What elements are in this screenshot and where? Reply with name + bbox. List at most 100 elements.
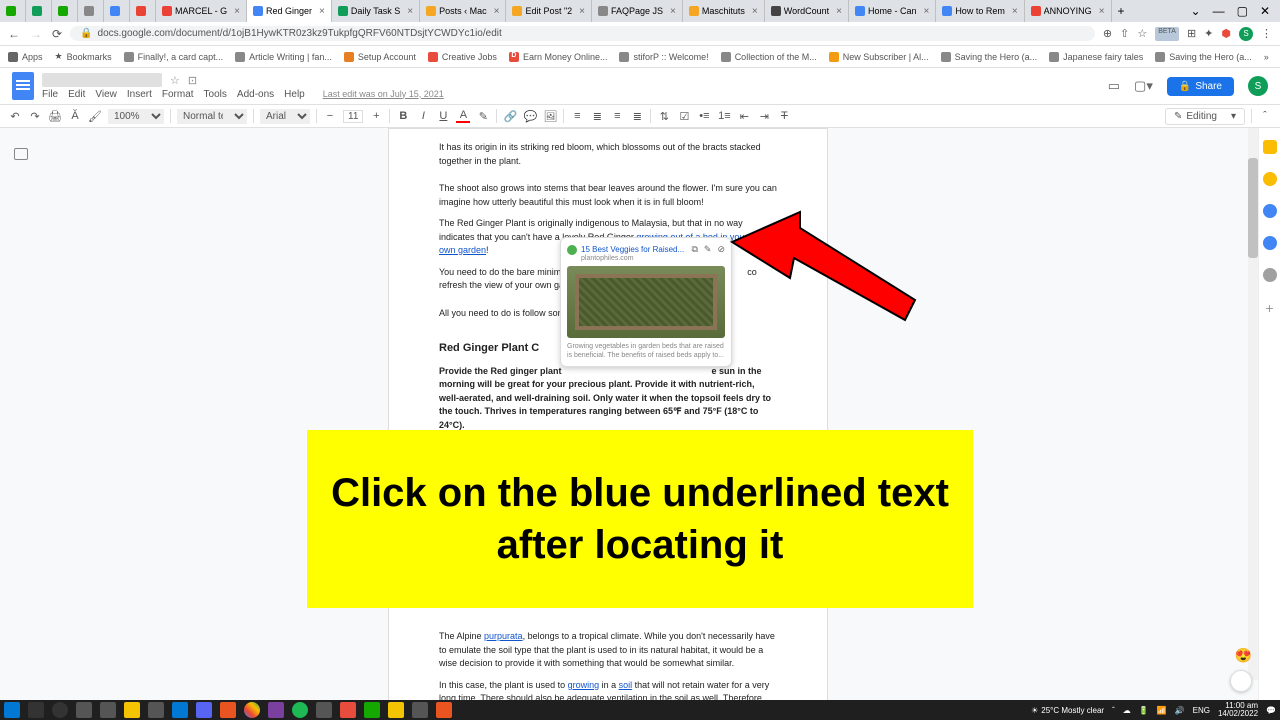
hyperlink[interactable]: growing bbox=[568, 680, 600, 690]
new-tab-button[interactable]: + bbox=[1112, 0, 1131, 22]
clock[interactable]: 11:00 am14/02/2022 bbox=[1218, 702, 1258, 718]
browser-tab[interactable] bbox=[130, 0, 156, 22]
bookmark-item[interactable]: Collection of the M... bbox=[721, 52, 817, 62]
align-justify-icon[interactable]: ≣ bbox=[630, 110, 644, 123]
add-addon-icon[interactable]: + bbox=[1265, 300, 1273, 316]
star-icon[interactable]: ☆ bbox=[1137, 27, 1147, 41]
text-color-icon[interactable]: A bbox=[456, 109, 470, 123]
tray-icon[interactable]: 📶 bbox=[1157, 706, 1167, 715]
bold-icon[interactable]: B bbox=[396, 110, 410, 122]
maximize-icon[interactable]: ▢ bbox=[1237, 4, 1248, 18]
emoji-reaction-icon[interactable]: 😍 bbox=[1235, 647, 1252, 664]
bookmark-item[interactable]: Article Writing | fan... bbox=[235, 52, 332, 62]
close-tab-icon[interactable]: × bbox=[1099, 6, 1105, 17]
task-view-icon[interactable] bbox=[76, 702, 92, 718]
minimize-icon[interactable]: — bbox=[1213, 4, 1225, 18]
bookmark-item[interactable]: DEarn Money Online... bbox=[509, 52, 608, 62]
increase-font-icon[interactable]: + bbox=[369, 110, 383, 122]
taskbar-app[interactable] bbox=[100, 702, 116, 718]
taskbar-app[interactable] bbox=[292, 702, 308, 718]
bookmark-item[interactable]: New Subscriber | Al... bbox=[829, 52, 929, 62]
browser-tab[interactable]: How to Rem× bbox=[936, 0, 1024, 22]
hyperlink[interactable]: soil bbox=[619, 680, 633, 690]
taskbar-app[interactable] bbox=[172, 702, 188, 718]
undo-icon[interactable]: ↶ bbox=[8, 110, 22, 123]
tray-chevron-icon[interactable]: ˆ bbox=[1112, 706, 1115, 715]
bookmark-item[interactable]: Japanese fairy tales bbox=[1049, 52, 1143, 62]
tray-icon[interactable]: ☁ bbox=[1123, 706, 1131, 715]
browser-tab[interactable] bbox=[78, 0, 104, 22]
menu-item[interactable]: View bbox=[95, 89, 117, 100]
ext-icon[interactable]: ✦ bbox=[1204, 27, 1213, 41]
start-button[interactable] bbox=[4, 702, 20, 718]
ext-icon[interactable]: ⊞ bbox=[1187, 27, 1196, 41]
bookmark-item[interactable]: Saving the Hero (a... bbox=[941, 52, 1038, 62]
reload-icon[interactable]: ⟳ bbox=[52, 27, 62, 41]
taskbar-app[interactable] bbox=[388, 702, 404, 718]
font-select[interactable]: Arial bbox=[260, 109, 310, 124]
bookmark-item[interactable]: Setup Account bbox=[344, 52, 416, 62]
edit-link-icon[interactable]: ✎ bbox=[704, 244, 712, 255]
spellcheck-icon[interactable]: Ă bbox=[68, 110, 82, 122]
align-right-icon[interactable]: ≡ bbox=[610, 110, 624, 122]
indent-icon[interactable]: ⇥ bbox=[757, 110, 771, 123]
align-left-icon[interactable]: ≡ bbox=[570, 110, 584, 122]
browser-tab[interactable]: Edit Post "2× bbox=[506, 0, 592, 22]
browser-tab[interactable]: WordCount× bbox=[765, 0, 849, 22]
paragraph[interactable]: In this case, the plant is used to growi… bbox=[439, 679, 777, 701]
redo-icon[interactable]: ↷ bbox=[28, 110, 42, 123]
outline-toggle-icon[interactable] bbox=[14, 148, 28, 160]
browser-tab[interactable]: Red Ginger× bbox=[247, 0, 332, 22]
language-indicator[interactable]: ENG bbox=[1193, 706, 1210, 715]
overflow-icon[interactable]: » bbox=[1264, 52, 1269, 62]
bullet-list-icon[interactable]: •≡ bbox=[697, 110, 711, 122]
zoom-icon[interactable]: ⊕ bbox=[1103, 27, 1112, 41]
browser-tab[interactable]: Home - Can× bbox=[849, 0, 936, 22]
taskbar-app[interactable] bbox=[196, 702, 212, 718]
paint-format-icon[interactable]: 🖌 bbox=[88, 110, 102, 123]
taskbar-app[interactable] bbox=[268, 702, 284, 718]
paragraph[interactable]: The Alpine purpurata, belongs to a tropi… bbox=[439, 630, 777, 671]
profile-avatar[interactable]: S bbox=[1239, 27, 1253, 41]
zoom-select[interactable]: 100% bbox=[108, 109, 164, 124]
outdent-icon[interactable]: ⇤ bbox=[737, 110, 751, 123]
menu-item[interactable]: Help bbox=[284, 89, 305, 100]
back-icon[interactable]: ← bbox=[8, 27, 20, 41]
apps-button[interactable]: Apps bbox=[8, 52, 43, 62]
bookmark-item[interactable]: Saving the Hero (a... bbox=[1155, 52, 1252, 62]
tray-icon[interactable]: 🔊 bbox=[1175, 706, 1185, 715]
bookmark-item[interactable]: stiforP :: Welcome! bbox=[619, 52, 708, 62]
italic-icon[interactable]: I bbox=[416, 110, 430, 122]
font-size-input[interactable]: 11 bbox=[343, 110, 363, 123]
bookmark-item[interactable]: ★Bookmarks bbox=[55, 51, 112, 62]
link-preview-title[interactable]: 15 Best Veggies for Raised... bbox=[581, 245, 687, 254]
align-center-icon[interactable]: ≣ bbox=[590, 110, 604, 123]
checklist-icon[interactable]: ☑ bbox=[677, 110, 691, 123]
hyperlink[interactable]: purpurata bbox=[484, 631, 523, 641]
paragraph[interactable]: The shoot also grows into stems that bea… bbox=[439, 182, 777, 209]
taskbar-app[interactable] bbox=[124, 702, 140, 718]
highlight-icon[interactable]: ✎ bbox=[476, 110, 490, 123]
tray-icon[interactable]: 🔋 bbox=[1139, 706, 1149, 715]
underline-icon[interactable]: U bbox=[436, 110, 450, 122]
browser-tab[interactable]: Posts ‹ Mac× bbox=[420, 0, 506, 22]
link-icon[interactable]: 🔗 bbox=[503, 110, 517, 123]
bookmark-item[interactable]: Creative Jobs bbox=[428, 52, 497, 62]
close-tab-icon[interactable]: × bbox=[752, 6, 758, 17]
maps-icon[interactable] bbox=[1263, 268, 1277, 282]
weather-widget[interactable]: ☀25°C Mostly clear bbox=[1031, 706, 1104, 715]
meet-icon[interactable]: ▢▾ bbox=[1134, 78, 1153, 94]
unlink-icon[interactable]: ⊘ bbox=[717, 244, 725, 255]
close-tab-icon[interactable]: × bbox=[579, 6, 585, 17]
close-tab-icon[interactable]: × bbox=[234, 6, 240, 17]
taskbar-app[interactable] bbox=[220, 702, 236, 718]
move-icon[interactable]: ⊡ bbox=[188, 74, 197, 87]
taskbar-app[interactable] bbox=[148, 702, 164, 718]
editing-mode-button[interactable]: ✎ Editing ▾ bbox=[1165, 108, 1245, 125]
browser-tab[interactable]: ANNOYING× bbox=[1025, 0, 1112, 22]
style-select[interactable]: Normal text bbox=[177, 109, 247, 124]
close-tab-icon[interactable]: × bbox=[407, 6, 413, 17]
document-title[interactable] bbox=[42, 73, 162, 87]
taskbar-app[interactable] bbox=[340, 702, 356, 718]
image-icon[interactable]: 🖼 bbox=[543, 110, 557, 123]
